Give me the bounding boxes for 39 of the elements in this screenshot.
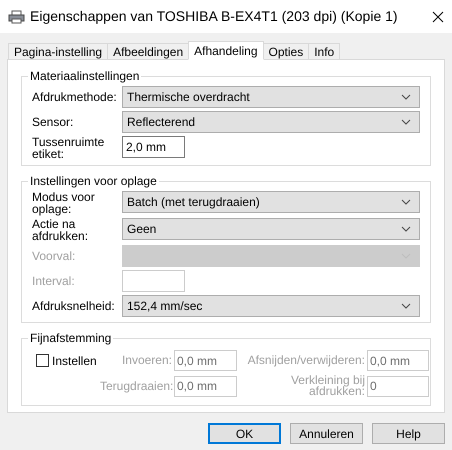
field-label: Invoeren:	[120, 355, 172, 366]
chevron-down-icon	[401, 119, 411, 125]
checkbox[interactable]	[36, 354, 49, 367]
window-title: Eigenschappen van TOSHIBA B-EX4T1 (203 dpi) (Kopie 1)	[30, 7, 399, 26]
group-title: Fijnafstemming	[28, 331, 114, 345]
input-field[interactable]: 2,0 mm	[122, 136, 185, 158]
chevron-down-icon	[401, 303, 411, 309]
field-label: Verkleining bij afdrukken:	[290, 375, 365, 397]
tab[interactable]: Opties	[262, 43, 310, 60]
close-icon[interactable]	[432, 10, 444, 22]
dropdown[interactable]: 152,4 mm/sec	[122, 295, 420, 317]
field-label: Terugdraaien:	[100, 380, 172, 392]
chevron-down-icon	[401, 94, 411, 100]
chevron-down-icon	[401, 226, 411, 232]
chevron-down-icon	[401, 199, 411, 205]
field-label: Interval:	[32, 273, 76, 287]
dropdown[interactable]: Geen	[122, 218, 420, 240]
field-label: Afsnijden/verwijderen:	[246, 355, 365, 366]
printer-icon	[8, 10, 25, 24]
field-label: Afdrukmethode:	[32, 89, 118, 103]
tab[interactable]: Afhandeling	[188, 41, 264, 60]
tab[interactable]: Info	[308, 43, 340, 60]
dropdown[interactable]: Batch (met terugdraaien)	[122, 191, 420, 213]
dialog-button[interactable]: Help	[372, 423, 445, 444]
field-label: Tussenruimte etiket:	[32, 136, 106, 160]
field-label: Actie na afdrukken:	[32, 218, 90, 242]
field-label: Sensor:	[32, 114, 74, 128]
group-title: Instellingen voor oplage	[28, 174, 159, 188]
group-title: Materiaalinstellingen	[28, 69, 142, 83]
tab[interactable]: Pagina-instelling	[8, 43, 108, 60]
field-label: Afdruksnelheid:	[32, 298, 116, 312]
dialog-button[interactable]: Annuleren	[290, 423, 363, 444]
tab[interactable]: Afbeeldingen	[107, 43, 190, 60]
dialog-button[interactable]: OK	[208, 423, 281, 444]
dropdown[interactable]: Thermische overdracht	[122, 86, 420, 108]
dropdown[interactable]: Reflecterend	[122, 111, 420, 133]
field-label: Voorval:	[32, 248, 76, 262]
checkbox-label: Instellen	[52, 352, 97, 370]
field-label: Modus voor oplage:	[32, 191, 96, 215]
